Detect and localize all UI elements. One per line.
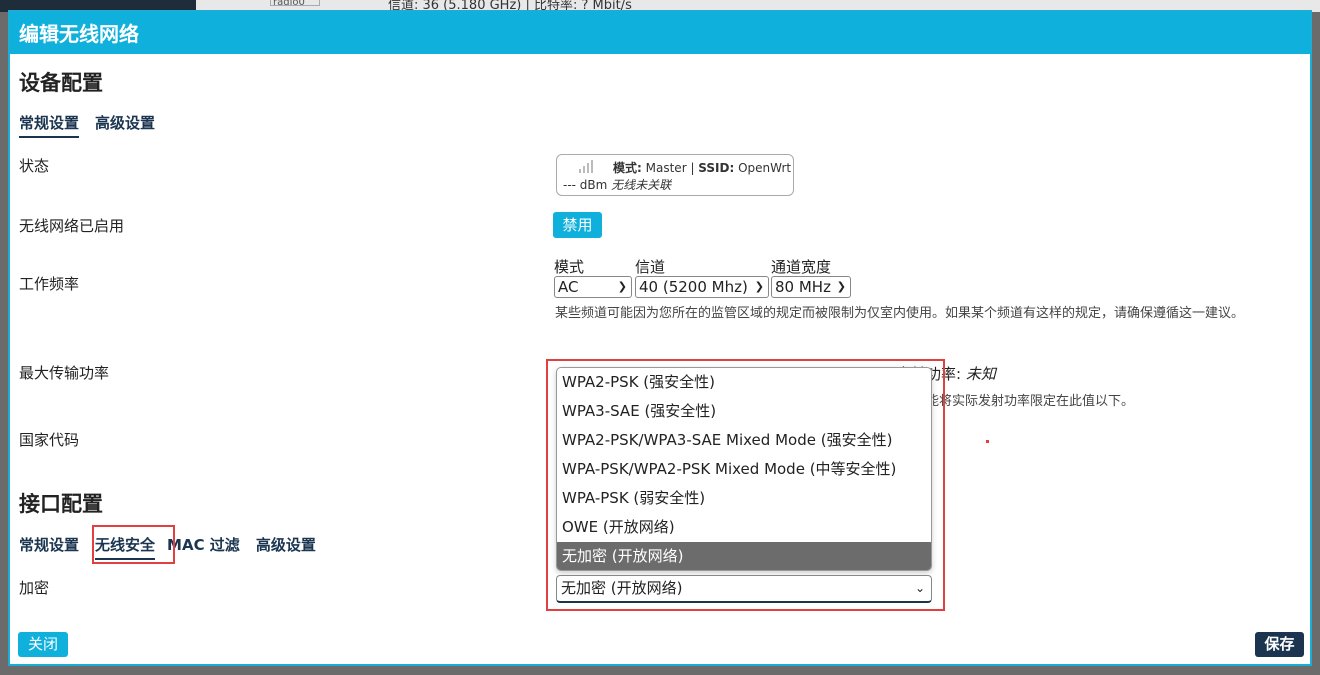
wireless-enabled-label: 无线网络已启用 <box>19 217 125 235</box>
device-config-title: 设备配置 <box>19 71 103 95</box>
tx-power-label: 最大传输功率 <box>19 364 110 382</box>
highlight-dot <box>986 440 989 443</box>
chevron-down-icon: ❯ <box>754 280 764 293</box>
chevron-down-icon: ❯ <box>836 280 846 293</box>
channel-note: 某些频道可能因为您所在的监管区域的规定而被限制为仅室内使用。如果某个频道有这样的… <box>555 306 1245 321</box>
tab-wireless-security[interactable]: 无线安全 <box>95 534 156 560</box>
channel-select[interactable]: 40 (5200 Mhz) ❯ <box>635 276 769 298</box>
disable-button[interactable]: 禁用 <box>553 212 602 238</box>
chevron-down-icon: ⌄ <box>914 581 925 595</box>
status-signal: --- dBm 无线未关联 <box>563 178 672 192</box>
encryption-option[interactable]: OWE (开放网络) <box>557 513 931 542</box>
encryption-option[interactable]: WPA-PSK (弱安全性) <box>557 484 931 513</box>
close-button[interactable]: 关闭 <box>18 632 68 657</box>
tab-general-settings[interactable]: 常规设置 <box>19 112 80 138</box>
tab-interface-general[interactable]: 常规设置 <box>19 534 79 560</box>
device-config-tabs: 常规设置 高级设置 <box>19 112 155 138</box>
encryption-label: 加密 <box>19 579 50 597</box>
chevron-down-icon: ❯ <box>617 280 627 293</box>
tab-advanced-settings[interactable]: 高级设置 <box>95 112 155 138</box>
status-mode-ssid: 模式: Master | SSID: OpenWrt <box>613 161 792 175</box>
encryption-option[interactable]: WPA2-PSK/WPA3-SAE Mixed Mode (强安全性) <box>557 426 931 455</box>
channel-label: 信道 <box>635 258 666 276</box>
tab-interface-advanced[interactable]: 高级设置 <box>256 534 316 560</box>
width-select[interactable]: 80 MHz ❯ <box>771 276 851 298</box>
country-label: 国家代码 <box>19 431 80 449</box>
encryption-option[interactable]: WPA2-PSK (强安全性) <box>557 368 931 397</box>
status-label: 状态 <box>19 157 50 175</box>
signal-strength-icon <box>579 160 593 173</box>
encryption-option-selected[interactable]: 无加密 (开放网络) <box>557 542 931 570</box>
mode-label: 模式 <box>554 258 585 276</box>
encryption-option[interactable]: WPA-PSK/WPA2-PSK Mixed Mode (中等安全性) <box>557 455 931 484</box>
width-label: 通道宽度 <box>771 258 832 276</box>
encryption-option[interactable]: WPA3-SAE (强安全性) <box>557 397 931 426</box>
encryption-select[interactable]: 无加密 (开放网络) ⌄ <box>556 575 932 603</box>
tab-mac-filter[interactable]: MAC 过滤 <box>167 534 240 560</box>
mode-select[interactable]: AC ❯ <box>554 276 632 298</box>
tx-power-hint: 能将实际发射功率限定在此值以下。 <box>926 394 1135 409</box>
frequency-label: 工作频率 <box>19 275 80 293</box>
interface-config-tabs: 常规设置 无线安全 MAC 过滤 高级设置 <box>19 534 316 560</box>
modal-title: 编辑无线网络 <box>10 12 1310 54</box>
background-cell: radio0 <box>270 0 320 8</box>
interface-config-title: 接口配置 <box>19 492 103 516</box>
status-box: 模式: Master | SSID: OpenWrt --- dBm 无线未关联 <box>556 154 794 196</box>
save-button[interactable]: 保存 <box>1255 632 1304 657</box>
edit-wireless-modal: 编辑无线网络 设备配置 常规设置 高级设置 状态 模式: Master | SS… <box>8 10 1312 666</box>
encryption-dropdown-list[interactable]: WPA2-PSK (强安全性) WPA3-SAE (强安全性) WPA2-PSK… <box>556 367 932 571</box>
